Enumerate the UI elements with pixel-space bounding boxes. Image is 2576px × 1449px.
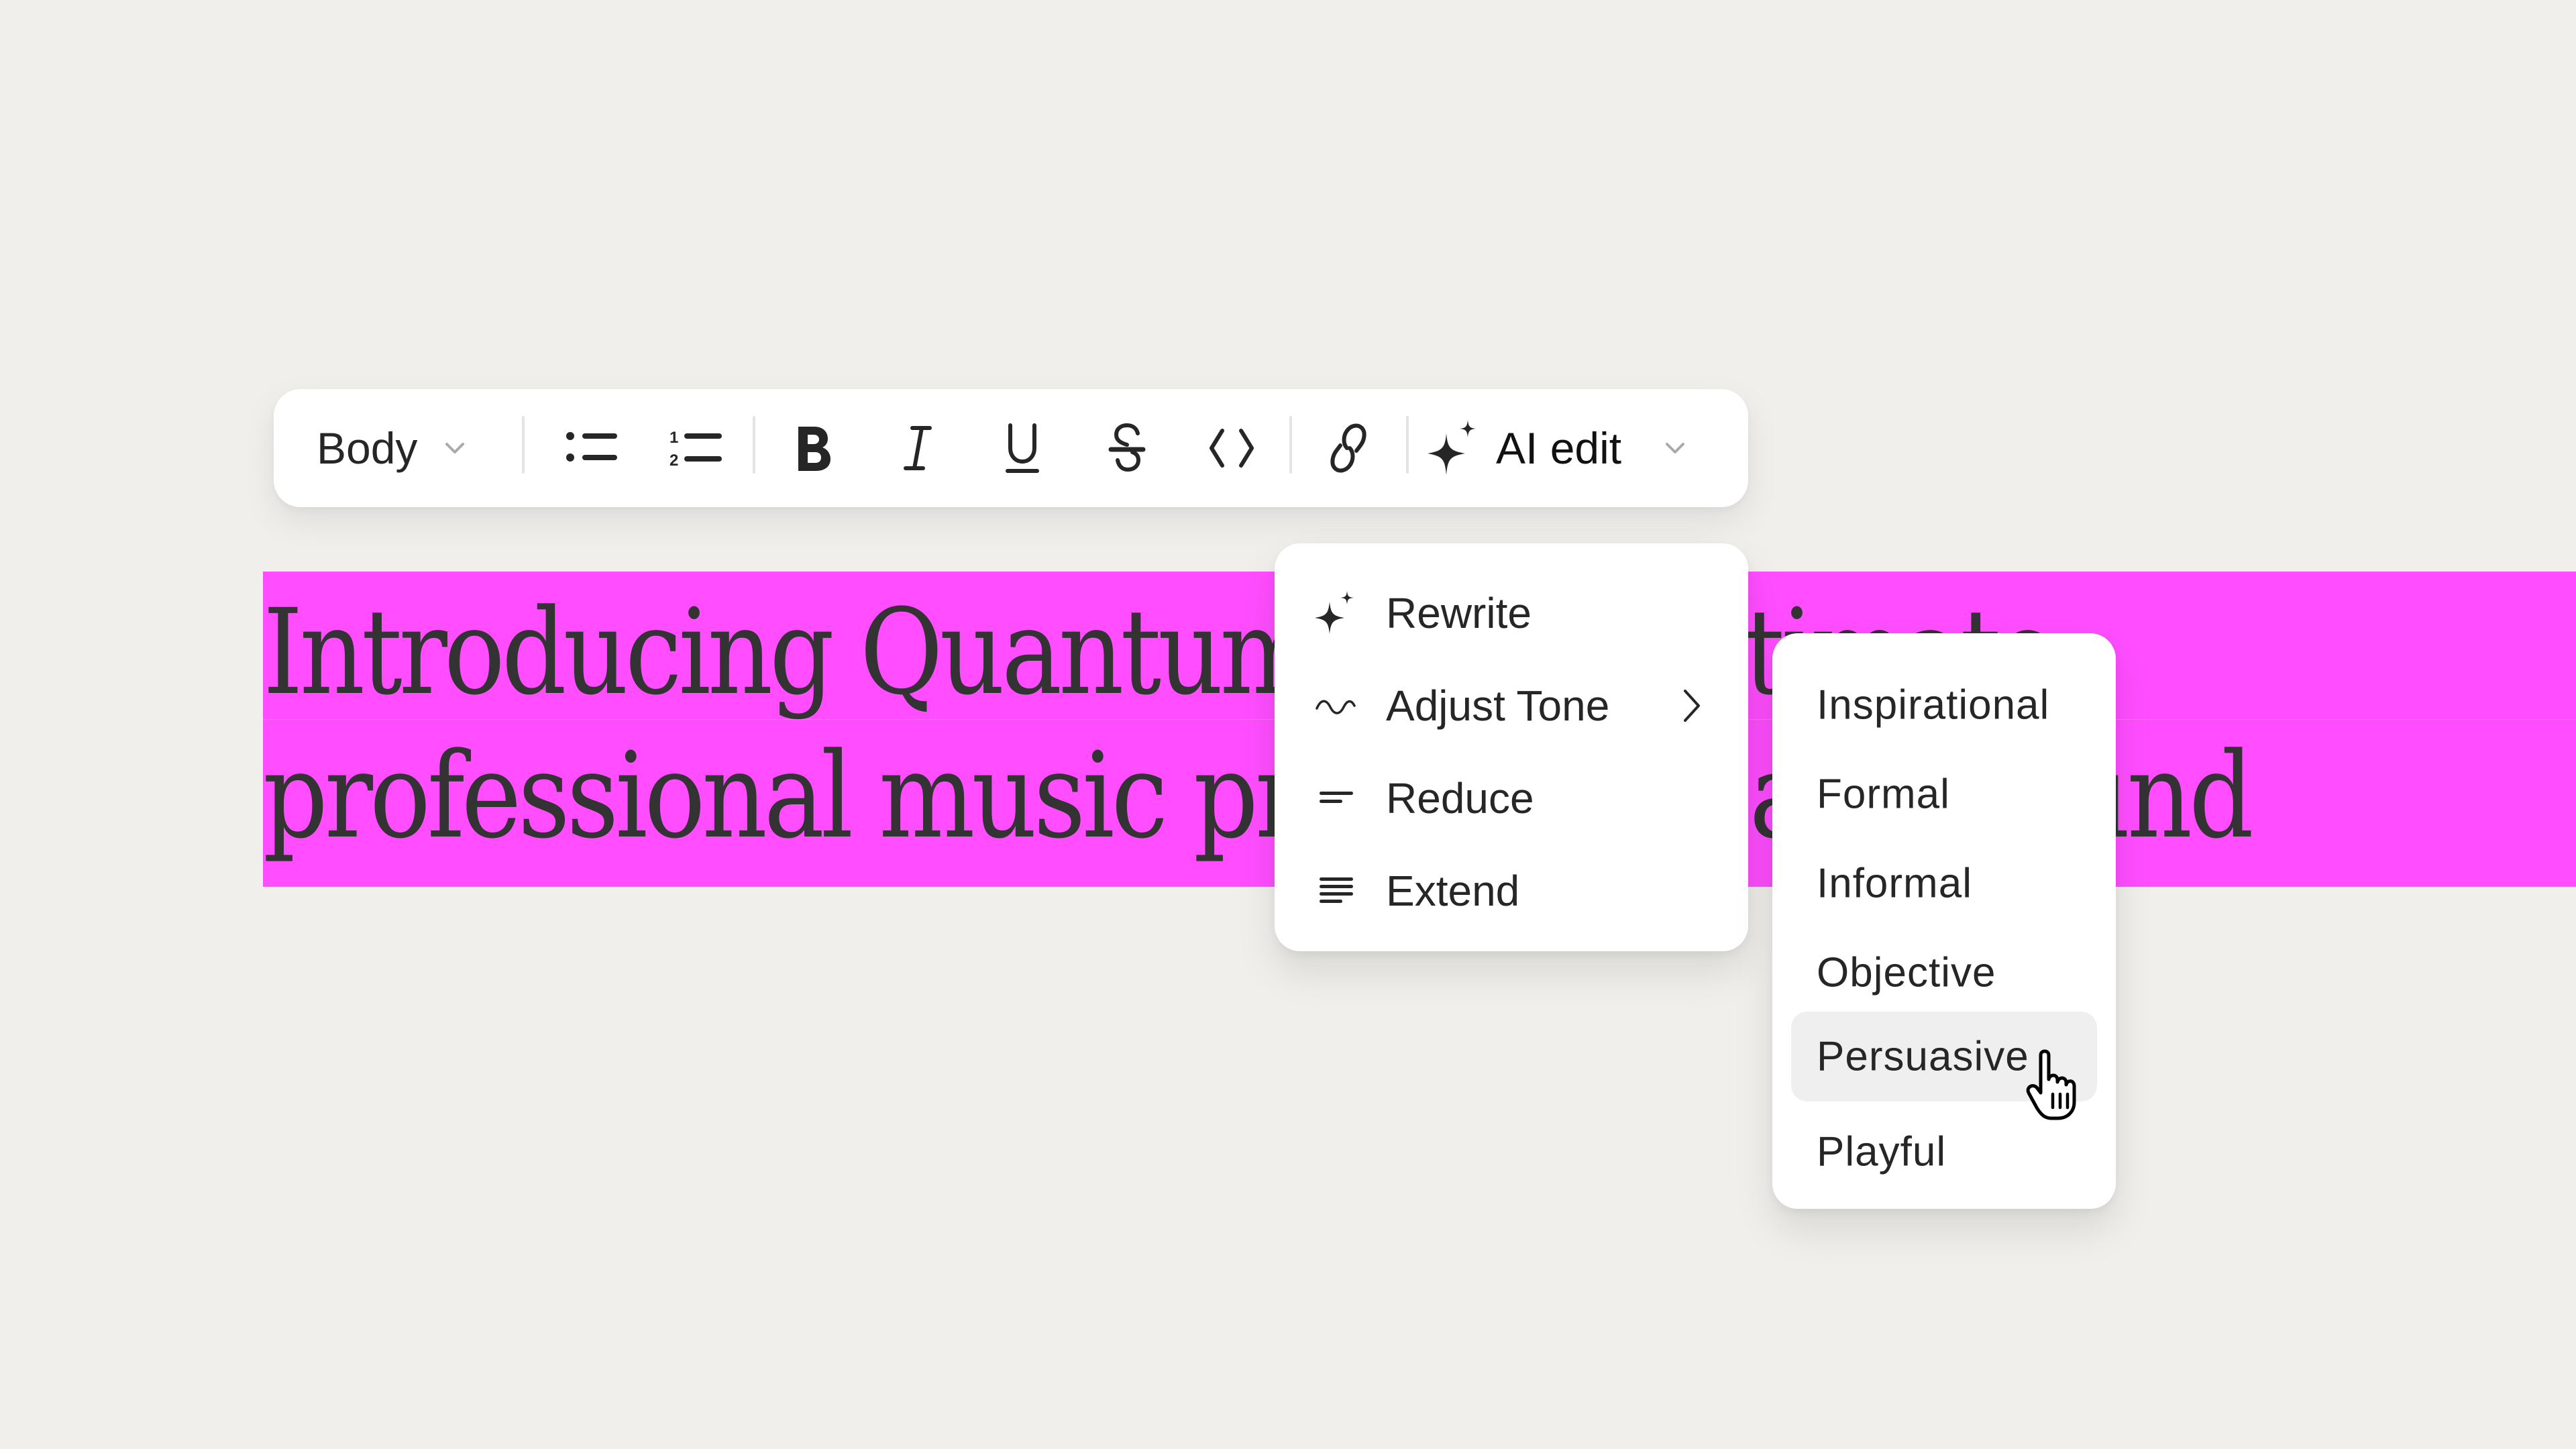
menu-item-reduce[interactable]: Reduce [1275, 758, 1748, 839]
strikethrough-icon [1108, 423, 1146, 472]
tone-option-formal[interactable]: Formal [1791, 749, 2097, 839]
menu-item-label: Extend [1386, 867, 1520, 915]
link-button[interactable] [1308, 389, 1389, 507]
text-style-select[interactable]: Body [317, 389, 471, 507]
wave-icon [1312, 682, 1359, 729]
bold-icon [798, 427, 830, 471]
sparkle-icon [1312, 590, 1359, 637]
bold-button[interactable] [773, 389, 853, 507]
toolbar-divider [1289, 416, 1292, 474]
bulleted-list-button[interactable] [553, 389, 633, 507]
menu-item-label: Adjust Tone [1386, 682, 1610, 730]
formatting-toolbar: Body 1 2 AI edit [274, 389, 1748, 507]
reduce-lines-icon [1312, 775, 1359, 822]
chevron-right-icon [1684, 690, 1700, 722]
tone-option-label: Formal [1817, 771, 1950, 818]
strikethrough-button[interactable] [1087, 389, 1167, 507]
extend-lines-icon [1312, 867, 1359, 914]
menu-item-extend[interactable]: Extend [1275, 851, 1748, 931]
text-style-value: Body [317, 423, 418, 473]
tone-option-label: Playful [1817, 1128, 1947, 1175]
ai-edit-label: AI edit [1496, 423, 1622, 473]
underline-button[interactable] [982, 389, 1063, 507]
ai-edit-menu: Rewrite Adjust Tone Reduce Extend [1275, 543, 1748, 951]
underline-icon [1006, 423, 1039, 473]
bulleted-list-icon [566, 432, 617, 462]
chevron-down-icon [445, 443, 465, 453]
menu-item-adjust-tone[interactable]: Adjust Tone [1275, 665, 1748, 746]
code-button[interactable] [1191, 389, 1272, 507]
tone-option-label: Persuasive [1817, 1033, 2029, 1080]
italic-button[interactable] [877, 389, 958, 507]
numbered-list-icon: 1 2 [669, 429, 722, 470]
tone-option-persuasive[interactable]: Persuasive [1791, 1012, 2097, 1102]
tone-option-objective[interactable]: Objective [1791, 928, 2097, 1018]
svg-text:1: 1 [669, 429, 678, 447]
tone-option-label: Objective [1817, 949, 1996, 996]
sparkle-icon [1428, 420, 1476, 475]
tone-option-label: Informal [1817, 860, 1972, 907]
tone-submenu: Inspirational Formal Informal Objective … [1772, 633, 2116, 1209]
tone-option-label: Inspirational [1817, 682, 2050, 729]
numbered-list-button[interactable]: 1 2 [657, 389, 738, 507]
tone-option-informal[interactable]: Informal [1791, 839, 2097, 928]
tone-option-inspirational[interactable]: Inspirational [1791, 660, 2097, 750]
menu-item-label: Rewrite [1386, 589, 1532, 637]
menu-item-rewrite[interactable]: Rewrite [1275, 573, 1748, 653]
code-icon [1210, 429, 1254, 468]
tone-option-playful[interactable]: Playful [1791, 1107, 2097, 1197]
chevron-down-icon [1666, 443, 1685, 453]
ai-edit-button[interactable]: AI edit [1422, 389, 1731, 507]
svg-text:2: 2 [669, 451, 678, 470]
link-icon [1330, 423, 1366, 473]
toolbar-divider [753, 416, 755, 474]
toolbar-divider [522, 416, 525, 474]
italic-icon [904, 426, 932, 470]
toolbar-divider [1406, 416, 1409, 474]
menu-item-label: Reduce [1386, 774, 1534, 822]
